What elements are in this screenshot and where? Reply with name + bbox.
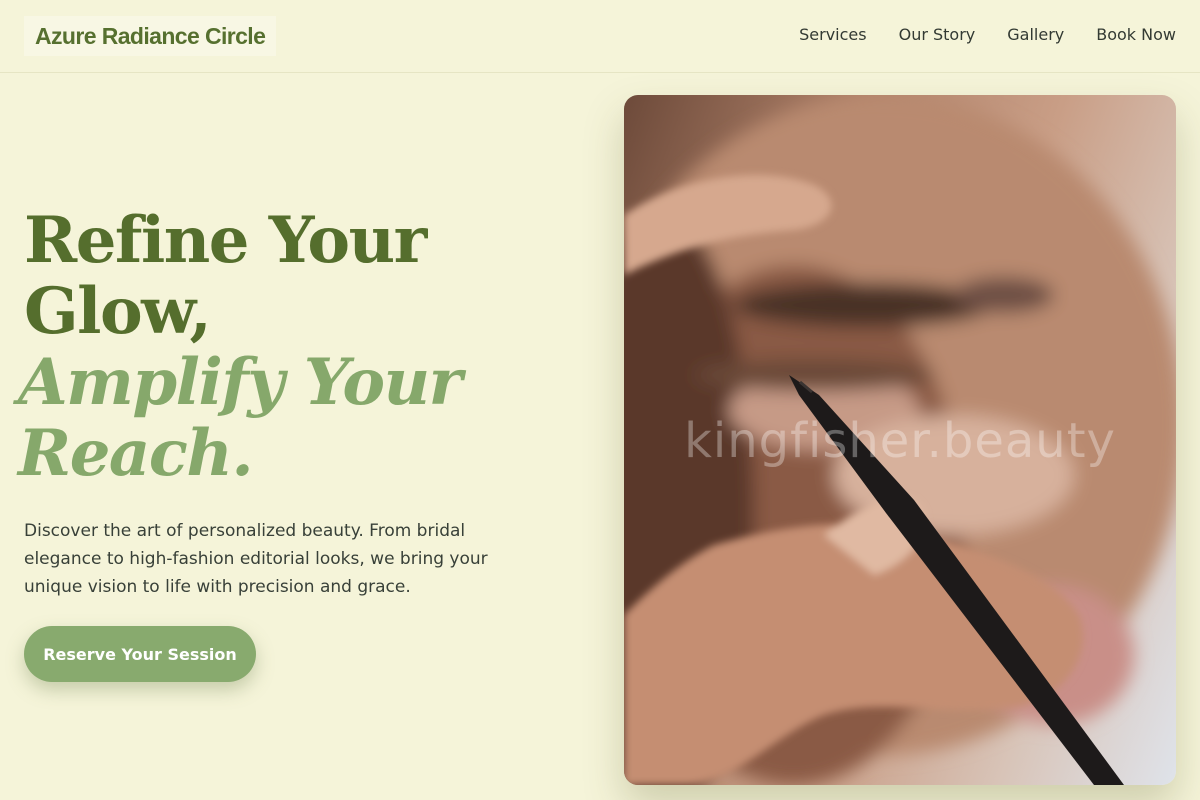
brand-logo[interactable]: Azure Radiance Circle xyxy=(24,16,277,56)
hero-title-line-1: Refine Your xyxy=(24,203,427,278)
hero-description: Discover the art of personalized beauty.… xyxy=(24,521,488,597)
main-nav: Services Our Story Gallery Book Now xyxy=(799,24,1176,46)
nav-services[interactable]: Services xyxy=(799,24,866,46)
nav-book-now[interactable]: Book Now xyxy=(1096,24,1176,46)
makeup-photo-illustration xyxy=(624,95,1176,785)
hero-title: Refine Your Glow, Amplify Your Reach. xyxy=(18,203,584,489)
reserve-session-button[interactable]: Reserve Your Session xyxy=(24,626,256,682)
site-header: Azure Radiance Circle Services Our Story… xyxy=(0,0,1200,73)
hero-section: Refine Your Glow, Amplify Your Reach. Di… xyxy=(18,203,584,601)
hero-title-line-2: Glow, xyxy=(24,274,212,349)
hero-title-accent-line-2: Reach. xyxy=(18,416,254,491)
hero-title-accent-line-1: Amplify Your xyxy=(18,345,462,420)
hero-image: kingfisher.beauty xyxy=(624,95,1176,785)
nav-gallery[interactable]: Gallery xyxy=(1007,24,1064,46)
nav-our-story[interactable]: Our Story xyxy=(899,24,976,46)
